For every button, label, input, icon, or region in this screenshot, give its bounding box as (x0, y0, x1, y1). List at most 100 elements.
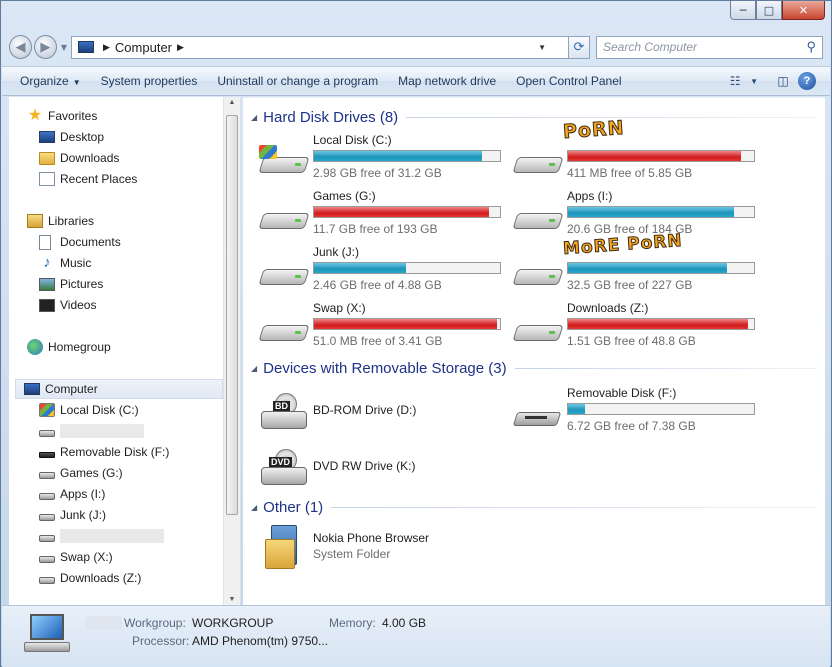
hard-drive-icon (39, 577, 55, 584)
nav-music[interactable]: ♪ Music (39, 253, 91, 273)
removable-disk-icon (512, 404, 562, 430)
close-button[interactable]: ✕ (782, 1, 825, 20)
map-network-drive-button[interactable]: Map network drive (388, 74, 506, 88)
nav-drive-i[interactable]: Apps (I:) (39, 484, 105, 504)
nav-drive-j[interactable]: Junk (J:) (39, 505, 106, 525)
nav-desktop[interactable]: Desktop (39, 127, 104, 147)
breadcrumb-computer[interactable]: Computer (115, 40, 172, 55)
search-input[interactable]: Search Computer ⚲ (595, 35, 823, 59)
pictures-icon (39, 277, 55, 291)
nav-drive-x[interactable]: Swap (X:) (39, 547, 113, 567)
drive-tile[interactable]: Removable Disk (F:) 6.72 GB free of 7.38… (505, 386, 755, 436)
homegroup-icon (27, 339, 43, 355)
forward-arrow-icon: ▶ (40, 39, 51, 55)
scroll-up-icon[interactable]: ▲ (224, 99, 240, 106)
chevron-down-icon: ▼ (72, 78, 81, 87)
redacted-label (60, 529, 164, 543)
collapse-arrow-icon[interactable]: ◢ (251, 113, 257, 122)
divider (331, 506, 817, 508)
drive-tile[interactable]: Games (G:) 11.7 GB free of 193 GB (251, 189, 501, 239)
drive-tile[interactable]: Junk (J:) 2.46 GB free of 4.88 GB (251, 245, 501, 295)
workgroup-label: Workgroup: (124, 616, 186, 630)
drive-tile[interactable]: BD BD-ROM Drive (D:) (251, 383, 501, 439)
drive-tile[interactable]: DVD DVD RW Drive (K:) (251, 439, 501, 495)
nav-label: Downloads (Z:) (60, 571, 142, 585)
nav-drive-f[interactable]: Removable Disk (F:) (39, 442, 169, 462)
view-options-chevron-icon[interactable]: ▼ (750, 77, 758, 86)
nav-pictures[interactable]: Pictures (39, 274, 103, 294)
organize-button[interactable]: Organize ▼ (10, 74, 91, 88)
nav-label: Local Disk (C:) (60, 403, 139, 417)
hard-drive-icon (39, 472, 55, 479)
forward-button[interactable]: ▶ (33, 35, 57, 59)
scrollbar-thumb[interactable] (226, 115, 238, 515)
nav-label: Junk (J:) (60, 508, 107, 522)
drive-free-space: 2.46 GB free of 4.88 GB (313, 278, 442, 292)
nav-downloads[interactable]: Downloads (39, 148, 119, 168)
search-icon[interactable]: ⚲ (806, 39, 816, 55)
navigation-scrollbar[interactable]: ▲ ▼ (223, 97, 240, 605)
nav-computer[interactable]: Computer (15, 379, 223, 399)
change-view-icon[interactable]: ☷ (725, 72, 745, 90)
videos-icon (39, 298, 55, 312)
nav-drive-redacted[interactable] (39, 421, 144, 441)
toolbar-right: ☷ ▼ ◫ ? (720, 72, 830, 90)
group-header-other[interactable]: ◢ Other (1) (251, 497, 817, 517)
drive-free-space: 6.72 GB free of 7.38 GB (567, 419, 696, 433)
drive-tile[interactable]: Swap (X:) 51.0 MB free of 3.41 GB (251, 301, 501, 351)
nav-favorites[interactable]: ★ Favorites (27, 106, 98, 126)
hard-drive-icon (39, 430, 55, 437)
uninstall-program-button[interactable]: Uninstall or change a program (207, 74, 388, 88)
group-header-hdd[interactable]: ◢ Hard Disk Drives (8) (251, 107, 817, 127)
nav-label: Games (G:) (60, 466, 123, 480)
drive-usage-fill (314, 319, 498, 329)
nav-label: Libraries (48, 214, 95, 228)
nav-drive-g[interactable]: Games (G:) (39, 463, 123, 483)
folder-type: System Folder (313, 547, 391, 561)
nav-drive-c[interactable]: Local Disk (C:) (39, 400, 139, 420)
address-dropdown-icon[interactable]: ▼ (538, 43, 546, 52)
nav-drive-redacted-2[interactable] (39, 526, 164, 546)
nav-label: Apps (I:) (60, 487, 106, 501)
drive-tile[interactable]: PoRN 411 MB free of 5.85 GB (505, 116, 755, 183)
libraries-icon (27, 214, 43, 228)
preview-pane-icon[interactable]: ◫ (773, 72, 793, 90)
collapse-arrow-icon[interactable]: ◢ (251, 503, 257, 512)
hard-drive-icon (512, 207, 564, 233)
back-arrow-icon: ◀ (15, 39, 26, 55)
nav-libraries[interactable]: Libraries (27, 211, 94, 231)
drive-tile[interactable]: Local Disk (C:) 2.98 GB free of 31.2 GB (251, 133, 501, 183)
nav-drive-z[interactable]: Downloads (Z:) (39, 568, 141, 588)
drive-tile[interactable]: Downloads (Z:) 1.51 GB free of 48.8 GB (505, 301, 755, 351)
drive-tile[interactable]: MoRE PoRN 32.5 GB free of 227 GB (505, 230, 755, 295)
breadcrumb-arrow-icon[interactable]: ▶ (103, 42, 110, 53)
nav-label: Removable Disk (F:) (60, 445, 170, 459)
scroll-down-icon[interactable]: ▼ (224, 596, 240, 603)
hard-drive-icon (258, 263, 310, 289)
refresh-button[interactable]: ⟳ (569, 35, 590, 59)
recent-pages-dropdown[interactable]: ▼ (61, 43, 67, 52)
nav-homegroup[interactable]: Homegroup (27, 337, 111, 357)
maximize-button[interactable]: □ (756, 1, 782, 20)
breadcrumb-arrow-icon[interactable]: ▶ (177, 42, 184, 53)
system-folder-tile[interactable]: Nokia Phone Browser System Folder (251, 523, 501, 573)
drive-usage-fill (314, 263, 407, 273)
memory-label: Memory: (329, 616, 376, 630)
drive-usage-fill (568, 404, 585, 414)
drive-usage-bar (567, 262, 755, 274)
nav-documents[interactable]: Documents (39, 232, 121, 252)
open-control-panel-button[interactable]: Open Control Panel (506, 74, 631, 88)
nav-label: Favorites (48, 109, 98, 123)
back-button[interactable]: ◀ (9, 35, 32, 59)
minimize-button[interactable]: ─ (730, 1, 756, 20)
system-properties-button[interactable]: System properties (91, 74, 208, 88)
drive-tile[interactable]: Apps (I:) 20.6 GB free of 184 GB (505, 189, 755, 239)
drive-usage-bar (567, 150, 755, 162)
group-header-removable[interactable]: ◢ Devices with Removable Storage (3) (251, 358, 817, 378)
address-bar[interactable]: ▶ Computer ▶ ▼ (71, 35, 569, 59)
group-title: Devices with Removable Storage (3) (263, 359, 507, 377)
collapse-arrow-icon[interactable]: ◢ (251, 364, 257, 373)
nav-videos[interactable]: Videos (39, 295, 96, 315)
help-icon[interactable]: ? (798, 72, 816, 90)
nav-recent-places[interactable]: Recent Places (39, 169, 137, 189)
